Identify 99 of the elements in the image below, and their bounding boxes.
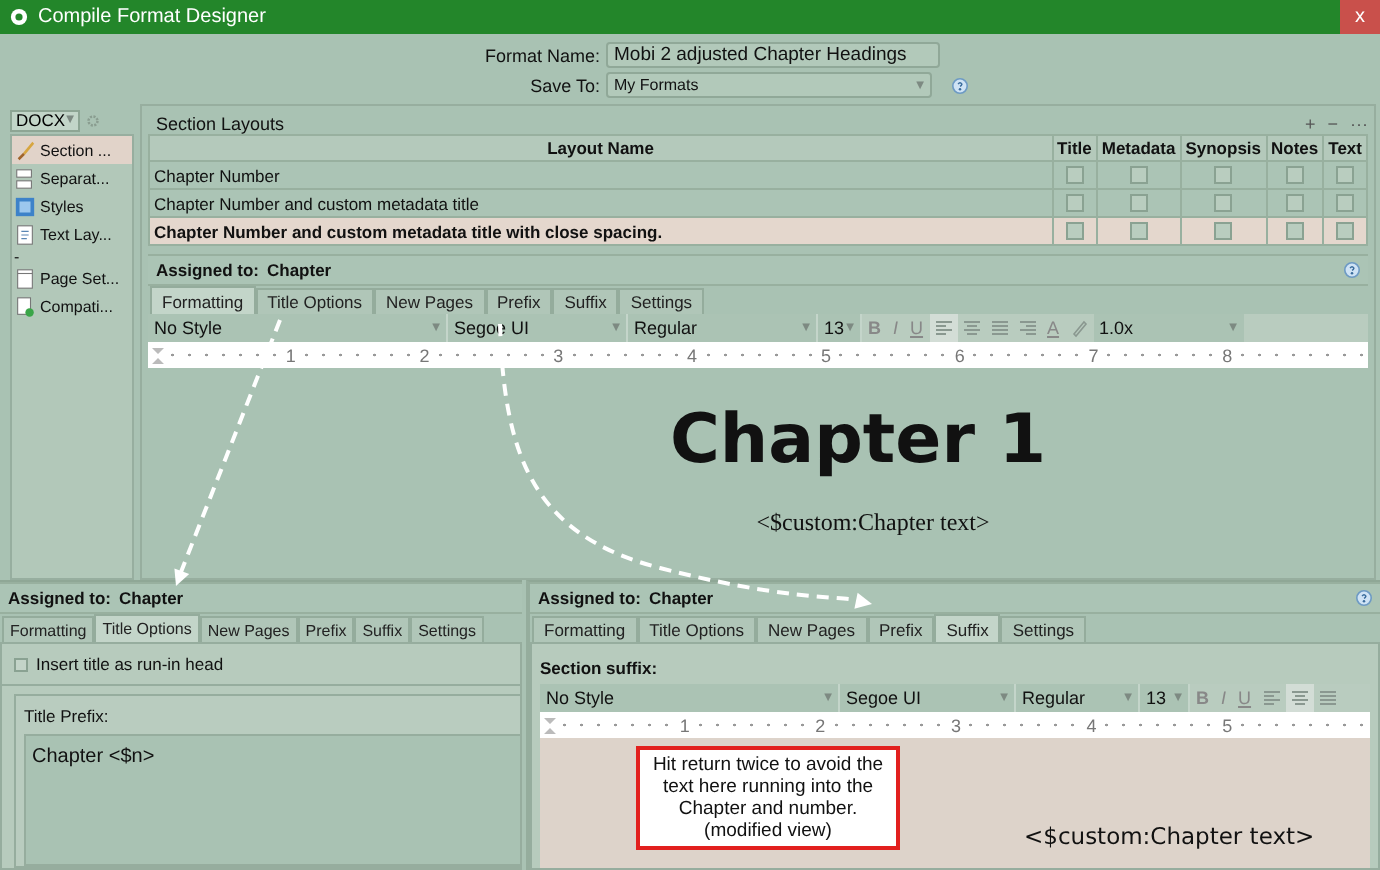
align-left-icon[interactable] <box>929 314 958 342</box>
help-icon[interactable] <box>952 77 968 93</box>
ruler-number: 6 <box>952 345 967 365</box>
checkbox[interactable] <box>1214 194 1233 212</box>
help-icon[interactable] <box>1356 590 1372 606</box>
checkbox-label: Insert title as run-in head <box>36 654 224 674</box>
body-text: <$custom:Chapter text> <box>756 508 990 538</box>
close-button[interactable]: x <box>1340 0 1380 34</box>
add-button[interactable]: + <box>1304 114 1316 134</box>
sidebar-item[interactable]: Section ... <box>12 136 132 164</box>
checkbox[interactable] <box>1065 222 1084 240</box>
tab[interactable]: Formatting <box>150 286 256 314</box>
checkbox[interactable] <box>1336 166 1355 184</box>
ruler-number: 4 <box>1084 715 1099 735</box>
checkbox[interactable] <box>1065 194 1084 212</box>
remove-button[interactable]: − <box>1327 114 1338 134</box>
tab[interactable]: Settings <box>1000 616 1087 642</box>
tab[interactable]: Settings <box>618 288 705 314</box>
sidebar-item[interactable]: - <box>12 248 132 264</box>
ruler-number: 7 <box>1086 345 1101 365</box>
settings-icon[interactable] <box>86 113 100 127</box>
ruler-number: 5 <box>818 345 833 365</box>
tab[interactable]: Title Options <box>94 614 200 642</box>
format-name-field[interactable]: Mobi 2 adjusted Chapter Headings <box>606 42 940 68</box>
ruler-number: 3 <box>551 345 566 365</box>
sidebar-item[interactable]: Separat... <box>12 164 132 192</box>
help-icon[interactable] <box>1344 262 1360 278</box>
tab[interactable]: Title Options <box>637 616 757 642</box>
assigned-label: Assigned to: <box>8 588 111 608</box>
section-suffix-label: Section suffix: <box>538 656 660 682</box>
column-header: Layout Name <box>149 135 1053 161</box>
tab[interactable]: Prefix <box>485 288 553 314</box>
column-header: Notes <box>1266 135 1324 161</box>
checkbox[interactable] <box>14 657 28 671</box>
body-text: <$custom:Chapter text> <box>1024 822 1315 850</box>
assigned-label: Assigned to: <box>538 588 641 608</box>
tab[interactable]: Title Options <box>255 288 375 314</box>
prefix-field[interactable]: Chapter <$n> <box>24 734 520 866</box>
table-cell[interactable]: Chapter Number and custom metadata title with close spacing. <box>149 217 1053 245</box>
tab[interactable]: Prefix <box>297 616 355 642</box>
ruler-number: 2 <box>417 345 432 365</box>
text-page-icon <box>14 223 36 245</box>
window-title: Compile Format Designer <box>38 6 268 28</box>
check-document-icon <box>14 295 36 317</box>
checkbox[interactable] <box>1065 166 1084 184</box>
column-header: Synopsis <box>1180 135 1267 161</box>
ruler-number: 4 <box>685 345 700 365</box>
tab[interactable]: Formatting <box>532 616 638 642</box>
save-to-label: Save To: <box>530 75 600 95</box>
tab[interactable]: Suffix <box>354 616 411 642</box>
column-header: Metadata <box>1096 135 1181 161</box>
annotation-note: Hit return twice to avoid the text here running into the Chapter and number. (modified view) <box>636 746 900 850</box>
checkbox[interactable] <box>1129 222 1148 240</box>
tab[interactable]: New Pages <box>199 616 298 642</box>
ruler-number: 1 <box>283 345 298 365</box>
assigned-label: Assigned to: <box>156 260 259 280</box>
sidebar-item[interactable]: Styles <box>12 192 132 220</box>
more-button[interactable]: ··· <box>1350 114 1368 134</box>
column-header: Title <box>1052 135 1097 161</box>
sidebar-item[interactable]: Compati... <box>12 292 132 320</box>
tab[interactable]: New Pages <box>756 616 867 642</box>
checkbox[interactable] <box>1285 166 1304 184</box>
page-icon <box>14 267 36 289</box>
assigned-value: Chapter <box>648 588 714 608</box>
table-cell[interactable]: Chapter Number <box>149 161 1053 189</box>
checkbox[interactable] <box>1336 222 1355 240</box>
ruler-number: 5 <box>1220 715 1235 735</box>
tab[interactable]: Formatting <box>2 616 95 642</box>
checkbox[interactable] <box>1129 166 1148 184</box>
ruler-number: 8 <box>1220 345 1235 365</box>
chapter-heading: Chapter 1 <box>669 400 1046 480</box>
checkbox[interactable] <box>1285 222 1304 240</box>
ruler-number: 2 <box>813 715 828 735</box>
checkbox[interactable] <box>1214 166 1233 184</box>
checkbox[interactable] <box>1129 194 1148 212</box>
format-name-label: Format Name: <box>484 45 600 65</box>
assigned-value: Chapter <box>266 260 332 280</box>
checkbox[interactable] <box>1336 194 1355 212</box>
suffix-editor[interactable]: Hit return twice to avoid the text here running into the Chapter and number. (modified view) <$custom:Chapter text> <box>540 738 1370 868</box>
app-icon <box>10 8 28 26</box>
section-title: Section Layouts <box>156 114 285 134</box>
checkbox[interactable] <box>1285 194 1304 212</box>
column-header: Text <box>1323 135 1367 161</box>
tab[interactable]: Prefix <box>867 616 935 642</box>
checkbox[interactable] <box>1214 222 1233 240</box>
align-center-icon[interactable] <box>1285 684 1314 712</box>
styles-icon <box>14 195 36 217</box>
sidebar-item[interactable]: Text Lay... <box>12 220 132 248</box>
prefix-label: Title Prefix: <box>22 704 111 730</box>
ruler-number: 3 <box>948 715 963 735</box>
assigned-value: Chapter <box>118 588 184 608</box>
tab[interactable]: Suffix <box>934 614 1001 642</box>
tab[interactable]: Suffix <box>552 288 619 314</box>
tab[interactable]: Settings <box>410 616 484 642</box>
tab[interactable]: New Pages <box>374 288 485 314</box>
ruler-number: 1 <box>677 715 692 735</box>
sidebar-item[interactable]: Page Set... <box>12 264 132 292</box>
brush-icon <box>14 139 36 161</box>
page-break-icon <box>14 167 36 189</box>
